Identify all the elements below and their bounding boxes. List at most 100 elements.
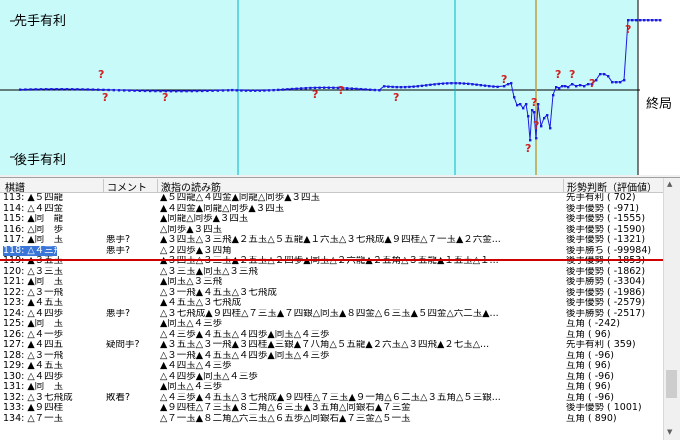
row-line: △３一飛▲４五玉△３七飛成 <box>160 287 277 298</box>
table-row[interactable]: 133: ▲９四桂 ▲９四桂△７三玉▲８二角△６三玉▲３五角△同銀右▲７三金 後手優… <box>0 403 664 414</box>
table-row[interactable]: 126: △４一歩 △４三歩▲４五玉△４四歩▲同玉△４三歩 互角 ( 96) <box>0 330 664 341</box>
row-eval: 後手優勢 ( -1862) <box>566 266 646 277</box>
graph-point <box>117 89 121 92</box>
graph-point <box>433 83 436 86</box>
graph-point <box>97 88 100 91</box>
graph-point <box>143 89 147 93</box>
row-move: 123: ▲４五玉 <box>3 298 64 308</box>
question-mark-icon: ? <box>531 96 537 109</box>
column-header-comment[interactable]: コメント <box>103 179 159 194</box>
row-eval: 後手優勢 ( -1590) <box>566 224 646 235</box>
graph-point <box>425 84 428 87</box>
row-eval: 後手勝ち ( -99984) <box>566 245 652 256</box>
table-row[interactable]: 113: ▲５四龍 ▲５四龍△４四金▲同龍△同歩▲３四玉 先手有利 ( 702) <box>0 193 664 204</box>
row-eval: 後手優勢 ( -971) <box>566 203 640 214</box>
graph-point <box>552 94 555 97</box>
row-comment: 悪手? <box>106 308 131 319</box>
graph-point <box>216 89 219 92</box>
graph-point <box>404 85 407 89</box>
graph-point <box>564 85 567 88</box>
row-line: △７一玉▲８二角△六三玉△６五歩△同銀右▲７三金△５一玉 <box>160 413 411 424</box>
row-line: ▲同龍△同歩▲３四玉 <box>160 214 249 224</box>
row-eval: 後手優勢 ( -1853) <box>566 256 646 266</box>
graph-point <box>240 89 243 92</box>
table-row[interactable]: 114: △４四金 ▲４四金▲同龍△同歩▲３四玉 後手優勢 ( -971) <box>0 204 664 215</box>
evaluation-graph[interactable]: ?????????????? 先手有利 後手有利 終局 <box>0 0 680 175</box>
graph-point <box>533 111 536 114</box>
move-list[interactable]: 棋譜 コメント 激指の読み筋 形勢判断（評価値） 113: ▲５四龍 ▲５四龍△４… <box>0 177 680 440</box>
graph-point <box>549 127 552 130</box>
table-row[interactable]: 132: △３七飛成 敗着? △４三歩▲４五玉△３七飛成▲９四桂△７三玉▲９一角△６… <box>0 393 664 404</box>
table-row[interactable]: 119: ▲３五玉 ▲３四玉△３三玉▲２五玉△２四歩▲同玉△２六龍▲２五角△３五龍… <box>0 256 664 267</box>
row-comment: 悪手? <box>106 235 131 245</box>
table-row[interactable]: 121: ▲同 玉 ▲同玉△３三飛 後手勝勢 ( -3304) <box>0 277 664 288</box>
table-row[interactable]: 131: ▲同 玉 ▲同玉△４三歩 互角 ( 96) <box>0 382 664 393</box>
graph-point <box>201 89 204 93</box>
graph-point <box>169 89 173 93</box>
graph-point <box>190 89 193 93</box>
table-row[interactable]: 125: ▲同 玉 ▲同玉△４三歩 互角 ( -242) <box>0 319 664 330</box>
graph-point <box>29 88 32 91</box>
table-row[interactable]: 122: △３一飛 △３一飛▲４五玉△３七飛成 後手優勢 ( -1986) <box>0 288 664 299</box>
row-comment: 悪手? <box>106 245 131 256</box>
list-scrollbar[interactable]: ▲ ▼ <box>663 178 680 440</box>
column-header-move[interactable]: 棋譜 <box>2 179 105 194</box>
row-eval: 後手勝勢 ( -3304) <box>566 277 646 287</box>
evaluation-graph-canvas[interactable]: ?????????????? <box>0 0 680 175</box>
table-row[interactable]: 116: △同 歩 △同歩▲３四玉 後手優勢 ( -1590) <box>0 225 664 236</box>
graph-point <box>355 87 358 91</box>
row-line: △４四歩▲同玉△４三歩 <box>160 371 258 382</box>
graph-point <box>154 89 157 93</box>
table-row[interactable]: 130: △４四歩 △４四歩▲同玉△４三歩 互角 ( -96) <box>0 372 664 383</box>
table-row[interactable]: 118: △４三飛 悪手? △２四歩▲３四角 後手勝ち ( -99984) <box>0 245 664 256</box>
graph-point <box>346 87 349 90</box>
row-line: △３七飛成▲９四桂△７三玉▲７四銀△同玉▲８四金△６三玉▲５四金△六二玉▲... <box>160 308 499 319</box>
scrollbar-thumb[interactable] <box>666 370 677 398</box>
table-row[interactable]: 129: ▲４五玉 ▲４四玉△４三歩 互角 ( 96) <box>0 361 664 372</box>
graph-point <box>475 83 478 86</box>
row-eval: 先手有利 ( 702) <box>566 193 636 203</box>
graph-point <box>39 88 43 91</box>
graph-point <box>458 82 461 85</box>
column-header-line[interactable]: 激指の読み筋 <box>157 179 565 194</box>
question-mark-icon: ? <box>569 68 575 81</box>
row-move: 113: ▲５四龍 <box>3 193 64 203</box>
table-row[interactable]: 123: ▲４五玉 ▲４五玉△３七飛成 後手優勢 ( -2579) <box>0 298 664 309</box>
graph-point <box>567 86 570 89</box>
scroll-up-icon[interactable]: ▲ <box>667 180 672 188</box>
table-row[interactable]: 124: △４四歩 悪手? △３七飛成▲９四桂△７三玉▲７四銀△同玉▲８四金△６三玉… <box>0 309 664 320</box>
column-header-eval[interactable]: 形勢判断（評価値） <box>563 179 667 194</box>
graph-point <box>635 19 638 22</box>
graph-point <box>655 19 658 22</box>
graph-point <box>659 19 662 22</box>
graph-point <box>86 88 89 91</box>
question-mark-icon: ? <box>102 91 108 104</box>
graph-point <box>45 88 48 91</box>
graph-point <box>60 88 63 91</box>
table-row[interactable]: 128: △３一飛 △３一飛▲４五玉△４四歩▲同玉△４三歩 互角 ( -96) <box>0 351 664 362</box>
graph-point <box>571 83 574 86</box>
graph-point <box>231 88 234 92</box>
graph-point <box>540 125 543 128</box>
scroll-down-icon[interactable]: ▼ <box>667 428 672 436</box>
question-mark-icon: ? <box>338 84 344 97</box>
graph-point <box>369 88 372 91</box>
graph-point <box>195 89 199 93</box>
table-row[interactable]: 117: ▲同 玉 悪手? ▲３四玉△３三飛▲２五玉△５五龍▲１六玉△３七飛成▲９四… <box>0 235 664 246</box>
graph-point <box>378 89 381 92</box>
graph-point <box>558 87 561 90</box>
row-line: ▲５四龍△４四金▲同龍△同歩▲３四玉 <box>160 193 321 203</box>
table-row[interactable]: 115: ▲同 龍 ▲同龍△同歩▲３四玉 後手優勢 ( -1555) <box>0 214 664 225</box>
graph-point <box>611 81 614 84</box>
graph-point <box>488 84 491 88</box>
row-move: 117: ▲同 玉 <box>3 235 64 245</box>
question-mark-icon: ? <box>625 23 631 36</box>
graph-point <box>175 89 178 93</box>
graph-label-top: 先手有利 <box>14 14 67 29</box>
table-row[interactable]: 134: △７一玉 △７一玉▲８二角△六三玉△６五歩△同銀右▲７三金△５一玉 互角 … <box>0 414 664 425</box>
table-row[interactable]: 127: ▲４四五 疑問手? ▲３五玉△３一飛▲３四桂▲三銀▲７八角△５五龍▲２六玉… <box>0 340 664 351</box>
table-row[interactable]: 120: △３三玉 △３三玉▲同玉△３三飛 後手優勢 ( -1862) <box>0 267 664 278</box>
graph-point <box>249 89 252 92</box>
graph-point <box>76 88 79 91</box>
graph-point <box>300 87 303 90</box>
